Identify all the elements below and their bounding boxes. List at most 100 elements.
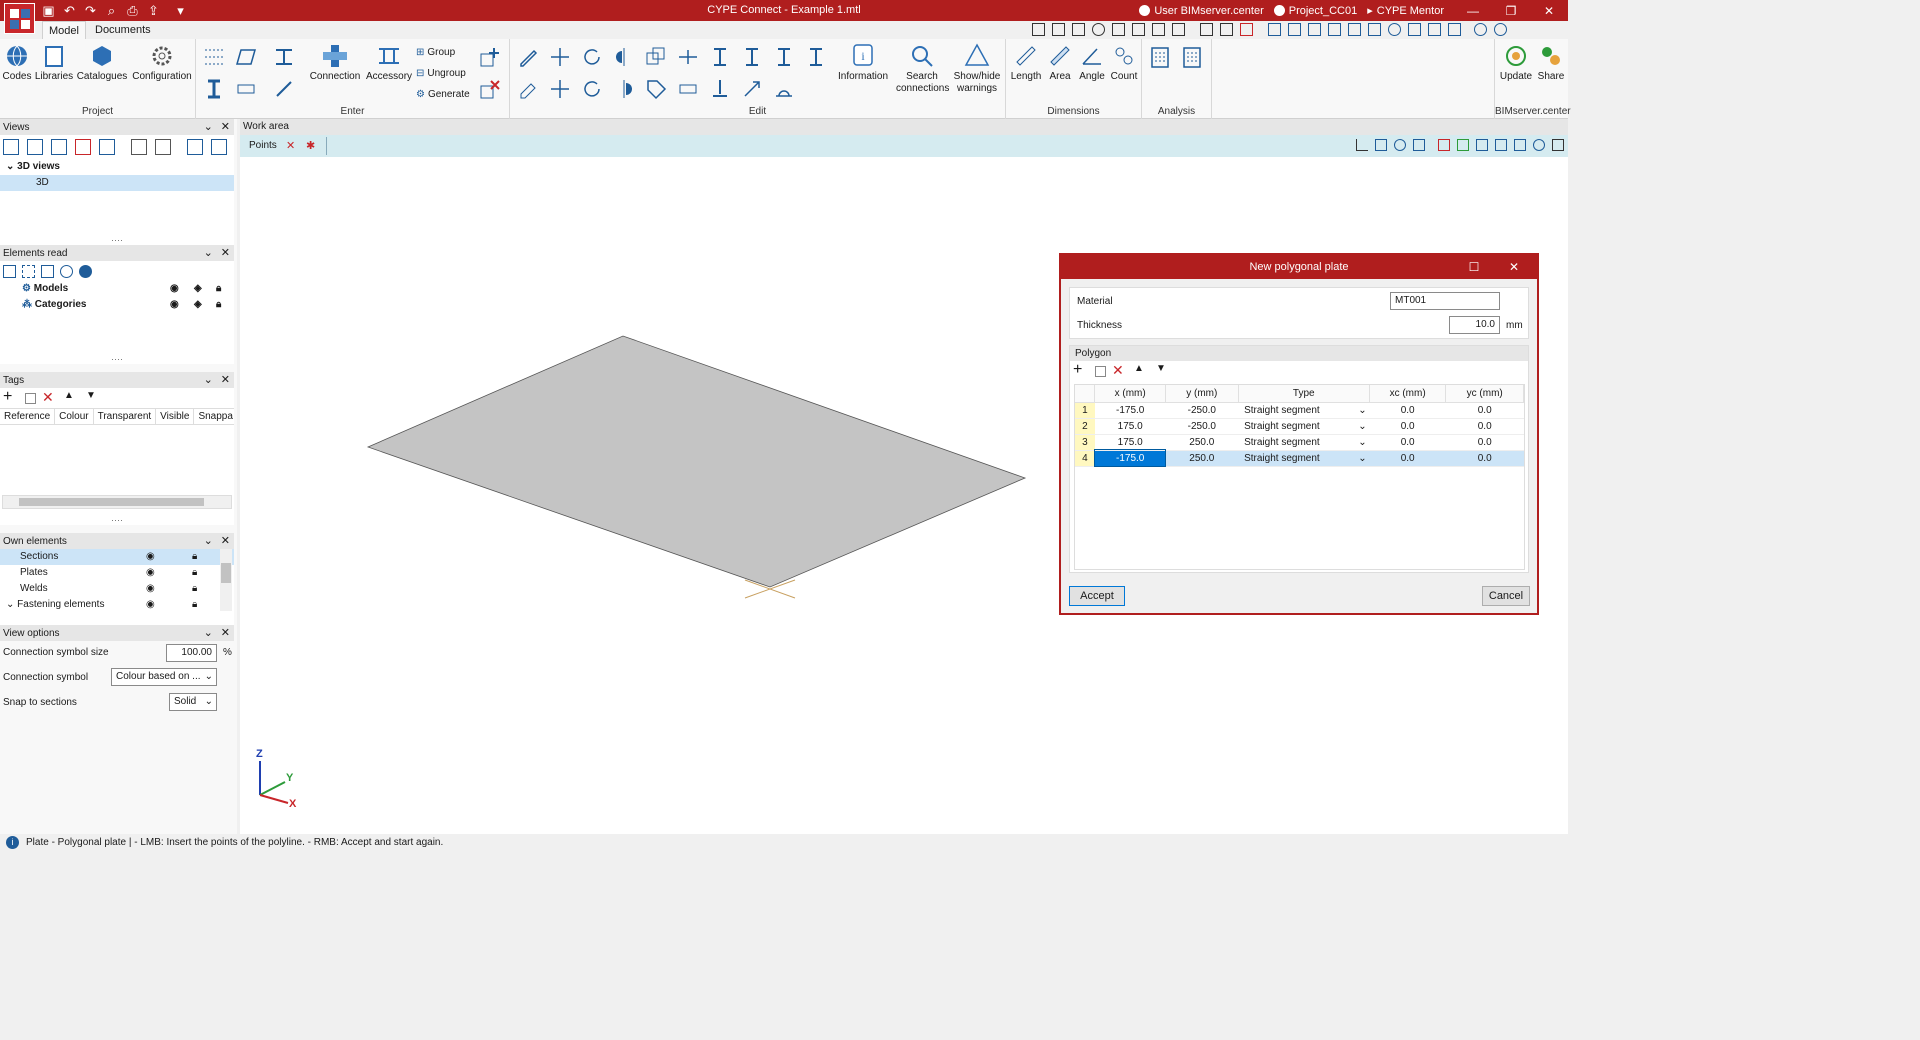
- resize-grip[interactable]: ····: [0, 236, 234, 245]
- new-view-icon[interactable]: [3, 139, 19, 155]
- y-cell[interactable]: 250.0: [1165, 434, 1239, 451]
- type-cell[interactable]: Straight segment: [1238, 418, 1356, 435]
- dxf-icon[interactable]: [1200, 23, 1213, 36]
- box-select-icon[interactable]: [1476, 139, 1488, 151]
- tag-icon[interactable]: [644, 77, 668, 101]
- grid-points-icon[interactable]: [202, 45, 226, 69]
- yc-cell[interactable]: 0.0: [1445, 434, 1524, 451]
- redo-icon[interactable]: ↷: [82, 2, 99, 19]
- copy-icon[interactable]: [644, 45, 668, 69]
- update-button[interactable]: Update: [1499, 43, 1533, 83]
- yc-cell[interactable]: 0.0: [1445, 418, 1524, 435]
- accept-button[interactable]: Accept: [1069, 586, 1125, 606]
- link-icon[interactable]: [60, 264, 73, 278]
- print-icon[interactable]: ⎙: [124, 2, 141, 19]
- table-row[interactable]: 4 -175.0 250.0 Straight segment ⌄ 0.0 0.0: [1075, 449, 1524, 467]
- shading-icon[interactable]: [1408, 23, 1421, 36]
- solid-icon[interactable]: [1514, 139, 1526, 151]
- row-index-cell[interactable]: 4: [1075, 450, 1095, 467]
- info-circle-icon[interactable]: [79, 264, 92, 278]
- collapse-icon[interactable]: ⌄: [204, 246, 213, 259]
- tree-item-models[interactable]: ⚙ Models ◉ ◈ 🔒︎: [0, 281, 234, 297]
- cube-view-alt-icon[interactable]: [211, 139, 227, 155]
- eye-icon[interactable]: ◉: [146, 581, 155, 597]
- search-icon[interactable]: ⌕: [103, 2, 120, 19]
- eye-icon[interactable]: ◉: [170, 281, 179, 297]
- resize-grip[interactable]: ····: [0, 516, 234, 525]
- polygonal-plate[interactable]: [366, 335, 1027, 588]
- codes-button[interactable]: Codes: [2, 43, 32, 83]
- x-cell[interactable]: 175.0: [1094, 418, 1166, 435]
- search-connections-button[interactable]: Search connections: [896, 43, 949, 95]
- split-icon[interactable]: [676, 45, 700, 69]
- close-icon[interactable]: ✕: [221, 120, 230, 133]
- sun-icon[interactable]: [1533, 139, 1545, 151]
- pan-icon[interactable]: [1132, 23, 1145, 36]
- cype-mentor[interactable]: ▸ CYPE Mentor: [1367, 4, 1444, 18]
- angle-view-icon[interactable]: [1388, 23, 1401, 36]
- project-selector[interactable]: Project_CC01: [1273, 5, 1357, 17]
- delete-row-icon[interactable]: ✕: [1112, 363, 1128, 379]
- cube-icon[interactable]: ◈: [194, 281, 202, 297]
- libraries-button[interactable]: Libraries: [34, 43, 74, 83]
- calculator-icon[interactable]: [1148, 45, 1172, 69]
- tags-column-transparent[interactable]: Transparent: [94, 409, 157, 424]
- chevron-down-icon[interactable]: ⌄: [1355, 418, 1370, 435]
- area-button[interactable]: Area: [1044, 43, 1076, 83]
- tree-item-welds[interactable]: Welds ◉ 🔒︎: [0, 581, 234, 597]
- snap-to-sections-select[interactable]: Solid ⌄: [169, 693, 217, 711]
- wireframe-icon[interactable]: [1495, 139, 1507, 151]
- move-up-icon[interactable]: ▲: [64, 390, 80, 406]
- length-button[interactable]: Length: [1010, 43, 1042, 83]
- delete-icon[interactable]: ✕: [42, 390, 58, 406]
- mirror-icon[interactable]: [612, 45, 636, 69]
- move-icon[interactable]: [548, 45, 572, 69]
- plate-tool-icon[interactable]: [234, 45, 258, 69]
- calculator-report-icon[interactable]: [1180, 45, 1204, 69]
- columns-icon[interactable]: [3, 264, 16, 278]
- cube-icon[interactable]: ◈: [194, 297, 202, 313]
- cube-view-icon[interactable]: [187, 139, 203, 155]
- close-icon[interactable]: ✕: [221, 534, 230, 547]
- column-icon[interactable]: [202, 77, 226, 101]
- material-input[interactable]: MT001: [1390, 292, 1500, 310]
- rotate-icon[interactable]: [580, 45, 604, 69]
- lock-icon[interactable]: 🔒︎: [192, 565, 197, 581]
- grid-icon[interactable]: [1288, 23, 1301, 36]
- lock-icon[interactable]: 🔒︎: [216, 297, 221, 313]
- close-icon[interactable]: ✕: [221, 626, 230, 639]
- save-icon[interactable]: ▣: [40, 2, 57, 19]
- axes-icon[interactable]: [1356, 139, 1368, 151]
- tree-item-3d[interactable]: 3D: [0, 175, 234, 191]
- view-undo-icon[interactable]: [1032, 23, 1045, 36]
- collapse-icon[interactable]: ⌄: [204, 534, 213, 547]
- beam-section-icon[interactable]: [272, 45, 296, 69]
- move-row-down-icon[interactable]: ▼: [1156, 363, 1172, 379]
- close-icon[interactable]: ✕: [221, 246, 230, 259]
- x-cell[interactable]: -175.0: [1094, 402, 1166, 419]
- yc-cell[interactable]: 0.0: [1445, 450, 1524, 467]
- chevron-down-icon[interactable]: ⌄: [1355, 450, 1370, 467]
- type-cell[interactable]: Straight segment: [1238, 402, 1356, 419]
- point-snap-icon[interactable]: ✕: [286, 139, 295, 152]
- angle-button[interactable]: Angle: [1076, 43, 1108, 83]
- tab-model[interactable]: Model: [42, 21, 86, 39]
- grid-view-icon[interactable]: [1112, 23, 1125, 36]
- accessory-button[interactable]: Accessory: [364, 43, 414, 83]
- chevron-down-icon[interactable]: ⌄: [1355, 434, 1370, 451]
- table-row[interactable]: 2 175.0 -250.0 Straight segment ⌄ 0.0 0.0: [1075, 418, 1524, 435]
- vertical-scrollbar[interactable]: [220, 549, 232, 611]
- camera-settings-icon[interactable]: [155, 139, 171, 155]
- generate-button[interactable]: ⚙ Generate: [416, 85, 470, 103]
- type-cell[interactable]: Straight segment: [1238, 450, 1356, 467]
- xc-cell[interactable]: 0.0: [1369, 402, 1446, 419]
- bimserver-user[interactable]: User BIMserver.center: [1139, 5, 1264, 17]
- duplicate-row-icon[interactable]: [1095, 365, 1106, 377]
- 3d-view-icon[interactable]: [1552, 139, 1564, 151]
- cut-member-icon[interactable]: [772, 45, 796, 69]
- render-icon[interactable]: [1172, 23, 1185, 36]
- extend-member-icon[interactable]: [708, 45, 732, 69]
- x-cell[interactable]: -175.0: [1093, 449, 1167, 467]
- add-icon[interactable]: +: [3, 389, 19, 406]
- add-row-icon[interactable]: +: [1073, 362, 1089, 379]
